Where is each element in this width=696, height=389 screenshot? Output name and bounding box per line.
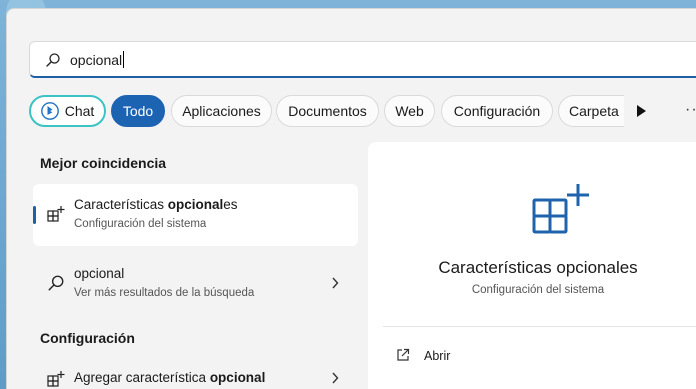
web-search-subtitle: Ver más resultados de la búsqueda <box>74 287 255 299</box>
optional-features-icon <box>47 206 65 222</box>
best-match-title: Características opcionales <box>74 197 238 212</box>
detail-title: Características opcionales <box>438 258 638 277</box>
optional-features-icon <box>532 184 589 234</box>
open-button[interactable]: Abrir <box>424 349 450 363</box>
chip-carpetas[interactable]: Carpeta <box>558 95 624 127</box>
best-match-item[interactable]: Características opcionales Configuración… <box>33 184 358 246</box>
chip-chat[interactable]: Chat <box>29 95 106 127</box>
best-match-heading: Mejor coincidencia <box>40 155 167 171</box>
chip-configuracion[interactable]: Configuración <box>441 95 553 127</box>
chip-todo-label: Todo <box>122 103 154 119</box>
scroll-right-icon[interactable] <box>635 104 647 118</box>
optional-features-icon <box>47 371 65 387</box>
chevron-right-icon[interactable] <box>331 277 339 289</box>
detail-subtitle: Configuración del sistema <box>471 284 605 296</box>
open-external-icon <box>397 348 410 361</box>
settings-heading: Configuración <box>40 330 135 346</box>
chip-todo[interactable]: Todo <box>111 95 165 127</box>
best-match-subtitle: Configuración del sistema <box>74 218 207 230</box>
chevron-right-icon[interactable] <box>331 372 339 384</box>
search-box[interactable]: opcional <box>29 41 696 78</box>
settings-result-title: Agregar característica opcional <box>74 370 266 385</box>
chip-aplicaciones-label: Aplicaciones <box>182 103 261 119</box>
chip-web-label: Web <box>395 103 424 119</box>
chip-documentos[interactable]: Documentos <box>276 95 379 127</box>
filter-chips: Chat Todo Aplicaciones Documentos Web Co… <box>29 95 696 127</box>
chip-chat-label: Chat <box>64 103 95 119</box>
chip-documentos-label: Documentos <box>288 103 367 119</box>
web-search-title: opcional <box>74 266 125 281</box>
chip-carpetas-label: Carpeta <box>569 103 619 119</box>
web-search-item[interactable]: opcional Ver más resultados de la búsque… <box>33 258 358 308</box>
divider <box>383 326 696 327</box>
search-input[interactable]: opcional <box>70 51 125 68</box>
settings-result-item[interactable]: Agregar característica opcional <box>33 362 358 389</box>
search-icon <box>48 275 64 291</box>
chip-configuracion-label: Configuración <box>453 103 541 119</box>
chip-aplicaciones[interactable]: Aplicaciones <box>171 95 272 127</box>
bing-chat-icon <box>40 102 59 120</box>
selection-indicator <box>33 206 36 224</box>
detail-pane: Características opcionales Configuración… <box>368 142 696 389</box>
chip-web[interactable]: Web <box>384 95 435 127</box>
text-cursor <box>123 51 125 68</box>
search-icon <box>46 53 60 67</box>
more-options-icon[interactable]: ··· <box>685 101 696 119</box>
